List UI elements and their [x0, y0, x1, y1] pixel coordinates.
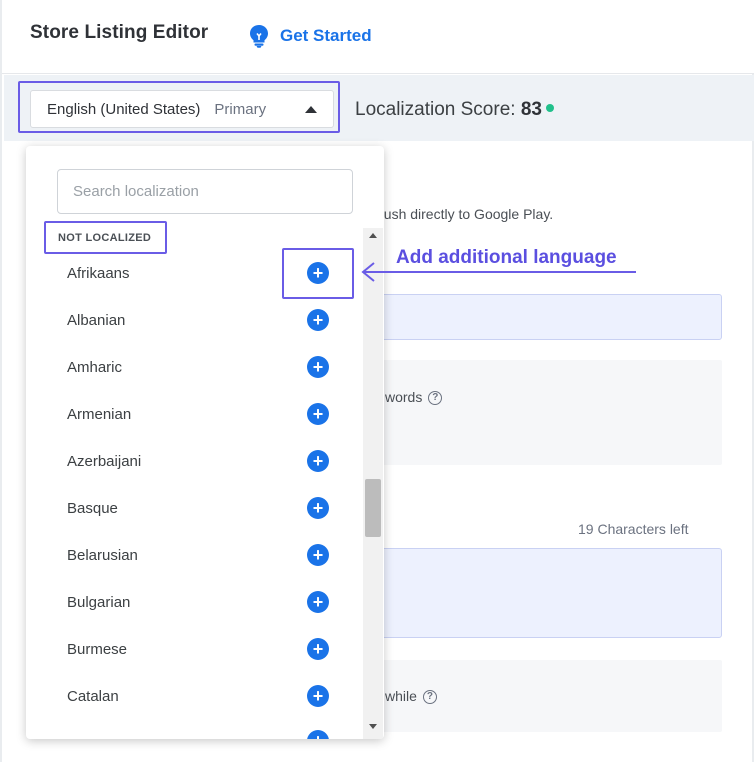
status-dot-icon — [545, 103, 554, 112]
help-icon[interactable]: ? — [428, 391, 443, 406]
language-item-catalan[interactable]: Catalan + — [26, 673, 364, 720]
characters-left: 19 Characters left — [578, 521, 689, 537]
language-name: Belarusian — [67, 547, 138, 564]
language-item-partial[interactable]: + — [26, 720, 364, 739]
add-language-icon[interactable]: + — [307, 450, 329, 472]
keywords-label: words? — [385, 389, 443, 406]
keywords-section — [342, 360, 722, 465]
language-item-armenian[interactable]: Armenian + — [26, 391, 364, 438]
language-select[interactable]: English (United States) Primary — [30, 90, 334, 128]
search-localization-input[interactable] — [57, 169, 353, 214]
scroll-thumb[interactable] — [365, 479, 381, 537]
language-item-bulgarian[interactable]: Bulgarian + — [26, 579, 364, 626]
scroll-up-icon[interactable] — [369, 233, 377, 238]
language-item-albanian[interactable]: Albanian + — [26, 297, 364, 344]
add-language-icon[interactable]: + — [307, 685, 329, 707]
page-title: Store Listing Editor — [30, 22, 209, 43]
primary-tag: Primary — [214, 100, 267, 118]
localization-score: Localization Score: 83 — [355, 99, 554, 121]
language-name: Amharic — [67, 359, 123, 376]
title-input[interactable] — [342, 294, 722, 340]
add-language-icon[interactable]: + — [307, 591, 329, 613]
language-item-belarusian[interactable]: Belarusian + — [26, 532, 364, 579]
add-language-icon[interactable]: + — [307, 730, 329, 739]
score-value: 83 — [520, 99, 542, 120]
caret-up-icon — [305, 106, 317, 113]
lightbulb-icon — [250, 25, 268, 48]
language-name: Catalan — [67, 688, 119, 705]
not-localized-header: NOT LOCALIZED — [58, 232, 152, 244]
add-language-icon[interactable]: + — [307, 403, 329, 425]
language-name: Burmese — [67, 641, 128, 658]
get-started-link[interactable]: Get Started — [248, 24, 372, 48]
language-name: Basque — [67, 500, 118, 517]
language-item-azerbaijani[interactable]: Azerbaijani + — [26, 438, 364, 485]
add-language-icon[interactable]: + — [307, 638, 329, 660]
app-frame: Store Listing Editor Get Started English… — [0, 0, 754, 762]
language-name: Azerbaijani — [67, 453, 142, 470]
get-started-label: Get Started — [280, 26, 372, 45]
language-name: Armenian — [67, 406, 132, 423]
add-language-icon[interactable]: + — [307, 356, 329, 378]
while-label: while? — [385, 688, 437, 705]
score-label: Localization Score: — [355, 99, 516, 120]
language-name: Albanian — [67, 312, 126, 329]
language-name: Bulgarian — [67, 594, 131, 611]
short-description-input[interactable] — [342, 548, 722, 638]
add-language-icon[interactable]: + — [307, 309, 329, 331]
language-name: Afrikaans — [67, 265, 130, 282]
scroll-down-icon[interactable] — [369, 724, 377, 729]
annotation-label: Add additional language — [396, 247, 617, 268]
add-language-icon[interactable]: + — [307, 497, 329, 519]
language-item-amharic[interactable]: Amharic + — [26, 344, 364, 391]
language-item-burmese[interactable]: Burmese + — [26, 626, 364, 673]
add-language-icon[interactable]: + — [307, 544, 329, 566]
publish-hint-text: push directly to Google Play. — [376, 206, 554, 222]
dropdown-scrollbar[interactable] — [363, 228, 383, 739]
language-item-basque[interactable]: Basque + — [26, 485, 364, 532]
selected-language: English (United States) — [47, 100, 201, 118]
add-button-highlight — [282, 248, 354, 299]
help-icon[interactable]: ? — [422, 690, 437, 705]
localization-dropdown: NOT LOCALIZED Afrikaans + Albanian + Amh… — [26, 146, 384, 739]
header: Store Listing Editor Get Started — [2, 0, 754, 74]
